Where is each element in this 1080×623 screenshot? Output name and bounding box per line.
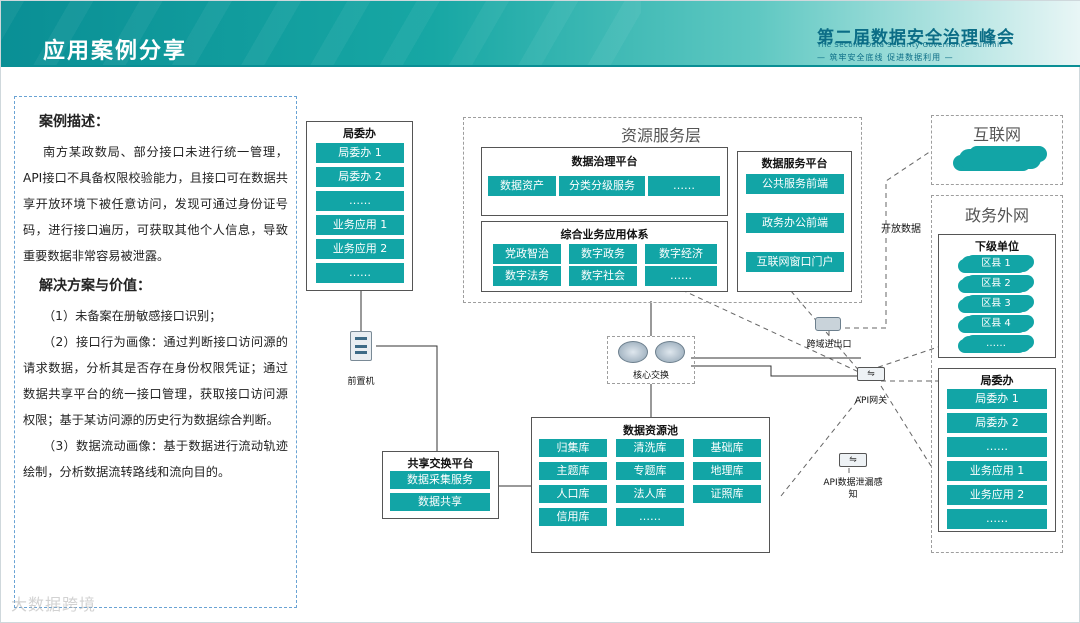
pool-item: 清洗库 xyxy=(616,439,684,457)
data-resource-pool-title: 数据资源池 xyxy=(623,424,678,437)
business-item: …… xyxy=(645,266,717,286)
governance-platform-title: 数据治理平台 xyxy=(571,155,638,168)
governance-item: …… xyxy=(648,176,720,196)
pool-item: 地理库 xyxy=(693,462,761,480)
pool-item: 专题库 xyxy=(616,462,684,480)
pool-item: 证照库 xyxy=(693,485,761,503)
left-bureau-item: 局委办 2 xyxy=(316,167,404,187)
internet-cloud-icon xyxy=(959,149,1041,169)
extranet-bureau-item: …… xyxy=(947,509,1047,529)
front-machine-label: 前置机 xyxy=(347,377,375,387)
left-bureau-item: 业务应用 1 xyxy=(316,215,404,235)
county-cloud: …… xyxy=(961,336,1031,352)
county-cloud: 区县 1 xyxy=(961,256,1031,272)
left-bureau-item: 局委办 1 xyxy=(316,143,404,163)
api-leak-sensor-icon: ⇋ xyxy=(839,453,867,467)
county-cloud: 区县 2 xyxy=(961,276,1031,292)
pool-item: 法人库 xyxy=(616,485,684,503)
exchange-item: 数据共享 xyxy=(390,493,490,511)
cross-domain-gateway-icon xyxy=(815,317,841,331)
left-bureau-item: 业务应用 2 xyxy=(316,239,404,259)
governance-item: 分类分级服务 xyxy=(559,176,645,196)
internet-title: 互联网 xyxy=(972,125,1021,144)
core-switch-label: 核心交换 xyxy=(632,371,669,381)
pool-item: 人口库 xyxy=(539,485,607,503)
extranet-bureau-item: 局委办 1 xyxy=(947,389,1047,409)
pool-item: 归集库 xyxy=(539,439,607,457)
left-bureau-title: 局委办 xyxy=(343,127,376,140)
extranet-bureau-item: …… xyxy=(947,437,1047,457)
pool-item: 信用库 xyxy=(539,508,607,526)
gov-extranet-title: 政务外网 xyxy=(964,206,1029,225)
data-service-platform-title: 数据服务平台 xyxy=(761,157,828,170)
pool-item: 基础库 xyxy=(693,439,761,457)
extranet-bureau-item: 业务应用 2 xyxy=(947,485,1047,505)
business-item: 党政智治 xyxy=(493,244,561,264)
business-item: 数字政务 xyxy=(569,244,637,264)
resource-service-layer-title: 资源服务层 xyxy=(620,126,701,145)
slide: 应用案例分享 第二届数据安全治理峰会 The Second Data Secur… xyxy=(0,0,1080,623)
data-service-item: 互联网窗口门户 xyxy=(746,252,844,272)
governance-item: 数据资产 xyxy=(488,176,556,196)
exchange-item: 数据采集服务 xyxy=(390,471,490,489)
data-service-item: 政务办公前端 xyxy=(746,213,844,233)
front-machine-icon xyxy=(350,331,372,361)
extranet-bureau-title: 局委办 xyxy=(980,374,1014,387)
business-item: 数字社会 xyxy=(569,266,637,286)
api-gateway-label: API网关 xyxy=(854,396,888,406)
business-system-title: 综合业务应用体系 xyxy=(560,228,649,241)
extranet-bureau-item: 局委办 2 xyxy=(947,413,1047,433)
county-cloud: 区县 3 xyxy=(961,296,1031,312)
left-bureau-item: …… xyxy=(316,263,404,283)
business-item: 数字经济 xyxy=(645,244,717,264)
business-item: 数字法务 xyxy=(493,266,561,286)
lower-unit-title: 下级单位 xyxy=(975,240,1019,253)
router-icon xyxy=(618,341,648,363)
left-bureau-item: …… xyxy=(316,191,404,211)
cross-domain-label: 跨域进出口 xyxy=(806,340,852,350)
exchange-platform-title: 共享交换平台 xyxy=(407,457,474,470)
pool-item: …… xyxy=(616,508,684,526)
pool-item: 主题库 xyxy=(539,462,607,480)
county-cloud: 区县 4 xyxy=(961,316,1031,332)
router-icon xyxy=(655,341,685,363)
data-service-item: 公共服务前端 xyxy=(746,174,844,194)
api-leak-sensor-label: API数据泄漏感知 xyxy=(823,478,883,500)
extranet-bureau-item: 业务应用 1 xyxy=(947,461,1047,481)
api-gateway-icon: ⇋ xyxy=(857,367,885,381)
open-data-label: 开放数据 xyxy=(881,224,921,235)
